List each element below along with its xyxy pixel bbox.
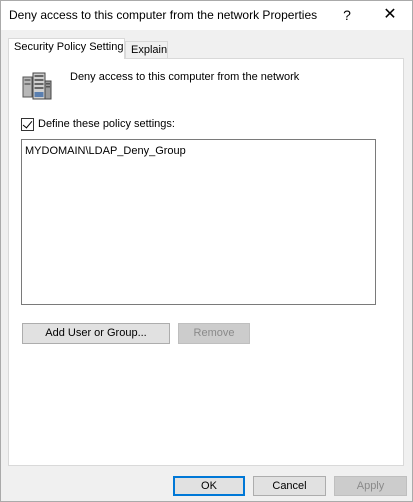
policy-name: Deny access to this computer from the ne… (70, 71, 300, 83)
close-button[interactable]: ✕ (368, 1, 412, 30)
tab-explain[interactable]: Explain (125, 41, 168, 59)
help-button[interactable]: ? (332, 1, 362, 30)
remove-button[interactable]: Remove (178, 323, 250, 344)
define-settings-row[interactable]: Define these policy settings: (21, 117, 175, 131)
title-bar: Deny access to this computer from the ne… (1, 1, 412, 30)
properties-dialog: Deny access to this computer from the ne… (0, 0, 413, 502)
ok-button[interactable]: OK (173, 476, 245, 496)
apply-button[interactable]: Apply (334, 476, 407, 496)
members-listbox[interactable]: MYDOMAIN\LDAP_Deny_Group (21, 139, 376, 305)
tab-security-policy-setting[interactable]: Security Policy Setting (8, 38, 125, 59)
define-settings-checkbox[interactable] (21, 117, 34, 131)
list-item[interactable]: MYDOMAIN\LDAP_Deny_Group (25, 145, 186, 157)
cancel-button[interactable]: Cancel (253, 476, 326, 496)
server-computer-icon (22, 72, 52, 100)
add-user-or-group-button[interactable]: Add User or Group... (22, 323, 170, 344)
window-title: Deny access to this computer from the ne… (9, 8, 318, 22)
define-settings-label[interactable]: Define these policy settings: (38, 118, 175, 130)
